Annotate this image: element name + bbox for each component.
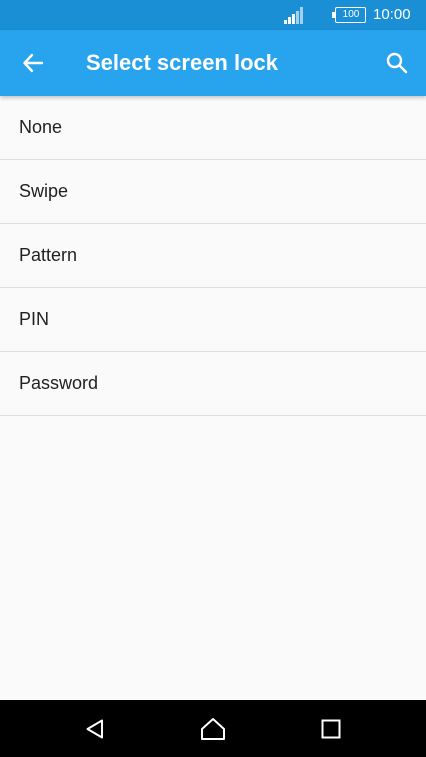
- back-arrow-icon: [23, 53, 44, 73]
- back-button[interactable]: [16, 46, 50, 80]
- nav-home-button[interactable]: [198, 714, 228, 744]
- option-label: Swipe: [19, 181, 69, 201]
- nav-recents-button[interactable]: [316, 714, 346, 744]
- status-bar: 100 10:00: [0, 0, 426, 30]
- page-title: Select screen lock: [86, 50, 279, 75]
- option-label: Pattern: [19, 245, 78, 265]
- recents-square-icon: [321, 719, 341, 739]
- home-icon: [201, 718, 225, 740]
- option-swipe[interactable]: Swipe: [0, 160, 426, 224]
- search-button[interactable]: [380, 46, 414, 80]
- signal-icon: [284, 7, 303, 24]
- option-password[interactable]: Password: [0, 352, 426, 416]
- option-pattern[interactable]: Pattern: [0, 224, 426, 288]
- back-triangle-icon: [86, 719, 103, 739]
- app-bar: Select screen lock: [0, 30, 426, 96]
- navigation-bar: [0, 700, 426, 757]
- nav-back-button[interactable]: [80, 714, 110, 744]
- option-label: PIN: [19, 309, 50, 329]
- status-clock: 10:00: [373, 6, 411, 23]
- option-label: None: [19, 117, 63, 137]
- option-none[interactable]: None: [0, 96, 426, 160]
- screen-lock-options: None Swipe Pattern PIN Password: [0, 96, 426, 416]
- battery-level: 100: [342, 9, 360, 20]
- search-icon: [386, 52, 408, 74]
- option-pin[interactable]: PIN: [0, 288, 426, 352]
- option-label: Password: [19, 373, 99, 393]
